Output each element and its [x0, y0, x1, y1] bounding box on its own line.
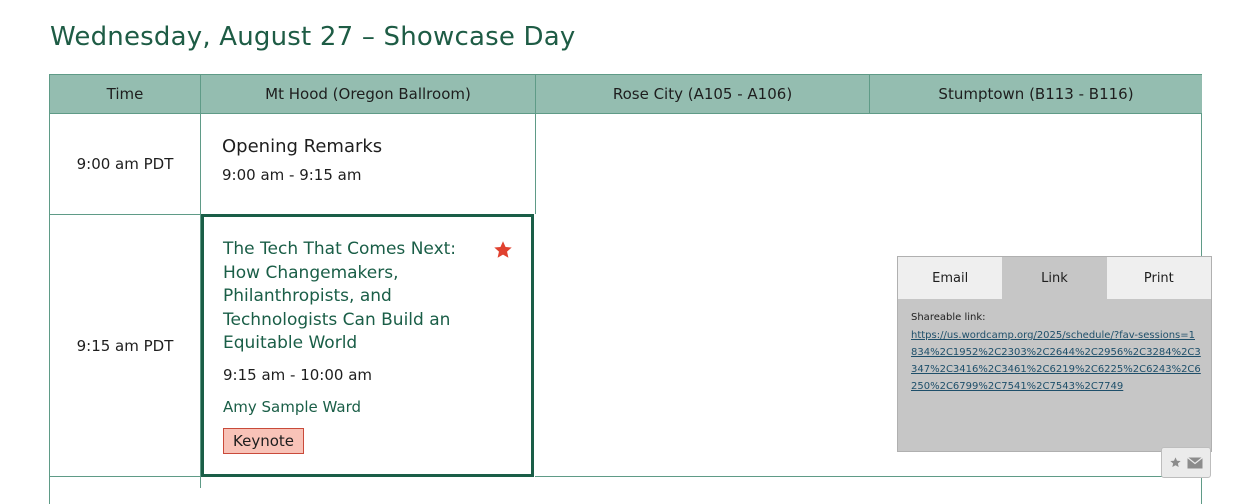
session-tag-badge[interactable]: Keynote [223, 428, 304, 454]
envelope-icon [1187, 456, 1203, 468]
column-header-track-2: Rose City (A105 - A106) [535, 74, 869, 114]
session-speaker[interactable]: Amy Sample Ward [223, 398, 361, 416]
share-favorites-panel: Email Link Print Shareable link: https:/… [897, 256, 1212, 452]
column-header-track-1: Mt Hood (Oregon Ballroom) [200, 74, 535, 114]
time-cell: 9:00 am PDT [76, 155, 174, 173]
share-tabs: Email Link Print [898, 257, 1211, 299]
star-icon [1170, 457, 1181, 468]
session-time: 9:00 am - 9:15 am [222, 166, 362, 184]
favorites-share-button[interactable] [1161, 447, 1211, 478]
session-opening-remarks[interactable]: Opening Remarks 9:00 am - 9:15 am [222, 136, 382, 184]
star-icon[interactable] [492, 239, 514, 261]
session-title[interactable]: The Tech That Comes Next: How Changemake… [223, 238, 468, 356]
session-keynote[interactable]: The Tech That Comes Next: How Changemake… [201, 214, 534, 477]
row-divider [535, 476, 1202, 477]
column-header-track-3: Stumptown (B113 - B116) [869, 74, 1202, 114]
share-label: Shareable link: [911, 312, 986, 323]
page-title: Wednesday, August 27 – Showcase Day [50, 22, 576, 52]
time-cell: 9:15 am PDT [76, 336, 174, 355]
shareable-link[interactable]: https://us.wordcamp.org/2025/schedule/?f… [911, 327, 1201, 395]
session-time: 9:15 am - 10:00 am [223, 366, 373, 384]
tab-print[interactable]: Print [1106, 257, 1211, 299]
tab-link[interactable]: Link [1002, 257, 1107, 299]
session-title[interactable]: Opening Remarks [222, 136, 382, 157]
row-divider [50, 476, 201, 477]
column-header-time: Time [50, 74, 200, 114]
tab-email[interactable]: Email [898, 257, 1003, 299]
column-divider [535, 114, 536, 214]
